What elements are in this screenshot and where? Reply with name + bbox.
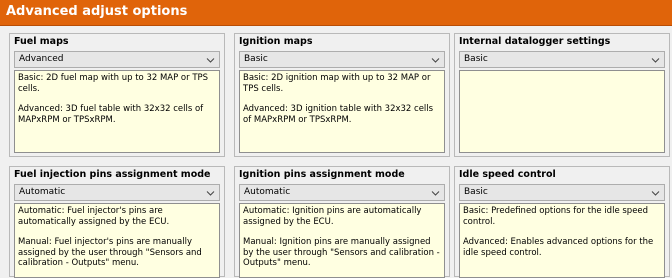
description-basic: Basic: 2D ignition map with up to 32 MAP…: [243, 73, 431, 94]
select-value: Basic: [464, 54, 488, 64]
panel-title: Fuel maps: [14, 36, 69, 47]
window-title: Advanced adjust options: [6, 4, 188, 19]
select-value: Advanced: [19, 54, 64, 64]
description-box: Automatic: Fuel injector's pins are auto…: [14, 203, 220, 278]
ignition-pins-select[interactable]: Automatic: [239, 184, 445, 201]
description-advanced: Advanced: Enables advanced options for t…: [463, 237, 654, 258]
select-value: Automatic: [244, 187, 291, 197]
fuel-injection-pins-select[interactable]: Automatic: [14, 184, 220, 201]
description-box: Automatic: Ignition pins are automatical…: [239, 203, 445, 278]
description-box: [459, 70, 665, 153]
description-basic: Basic: Predefined options for the idle s…: [463, 206, 649, 227]
panel-title: Internal datalogger settings: [459, 36, 611, 47]
description-box: Basic: 2D fuel map with up to 32 MAP or …: [14, 70, 220, 153]
ignition-maps-select[interactable]: Basic: [239, 51, 445, 68]
description-advanced: Advanced: 3D fuel table with 32x32 cells…: [18, 104, 204, 125]
description-automatic: Automatic: Fuel injector's pins are auto…: [18, 206, 170, 227]
title-bar: Advanced adjust options: [0, 0, 672, 26]
panel-fuel-injection-pins: Fuel injection pins assignment mode Auto…: [9, 166, 225, 278]
description-advanced: Advanced: 3D ignition table with 32x32 c…: [243, 104, 434, 125]
chevron-down-icon: [651, 191, 660, 196]
select-value: Automatic: [19, 187, 66, 197]
panel-ignition-maps: Ignition maps Basic Basic: 2D ignition m…: [234, 33, 450, 157]
chevron-down-icon: [206, 58, 215, 63]
description-basic: Basic: 2D fuel map with up to 32 MAP or …: [18, 73, 209, 94]
description-box: Basic: Predefined options for the idle s…: [459, 203, 665, 278]
chevron-down-icon: [431, 191, 440, 196]
description-manual: Manual: Ignition pins are manually assig…: [243, 237, 440, 268]
panel-title: Idle speed control: [459, 169, 556, 180]
panel-fuel-maps: Fuel maps Advanced Basic: 2D fuel map wi…: [9, 33, 225, 157]
description-box: Basic: 2D ignition map with up to 32 MAP…: [239, 70, 445, 153]
datalogger-settings-select[interactable]: Basic: [459, 51, 665, 68]
panel-title: Ignition pins assignment mode: [239, 169, 405, 180]
chevron-down-icon: [206, 191, 215, 196]
panel-ignition-pins: Ignition pins assignment mode Automatic …: [234, 166, 450, 278]
description-manual: Manual: Fuel injector's pins are manuall…: [18, 237, 202, 268]
panel-idle-speed-control: Idle speed control Basic Basic: Predefin…: [454, 166, 670, 278]
panel-title: Fuel injection pins assignment mode: [14, 169, 211, 180]
description-automatic: Automatic: Ignition pins are automatical…: [243, 206, 422, 227]
panel-title: Ignition maps: [239, 36, 313, 47]
chevron-down-icon: [431, 58, 440, 63]
select-value: Basic: [244, 54, 268, 64]
select-value: Basic: [464, 187, 488, 197]
fuel-maps-select[interactable]: Advanced: [14, 51, 220, 68]
panel-internal-datalogger: Internal datalogger settings Basic: [454, 33, 670, 157]
idle-speed-control-select[interactable]: Basic: [459, 184, 665, 201]
chevron-down-icon: [651, 58, 660, 63]
